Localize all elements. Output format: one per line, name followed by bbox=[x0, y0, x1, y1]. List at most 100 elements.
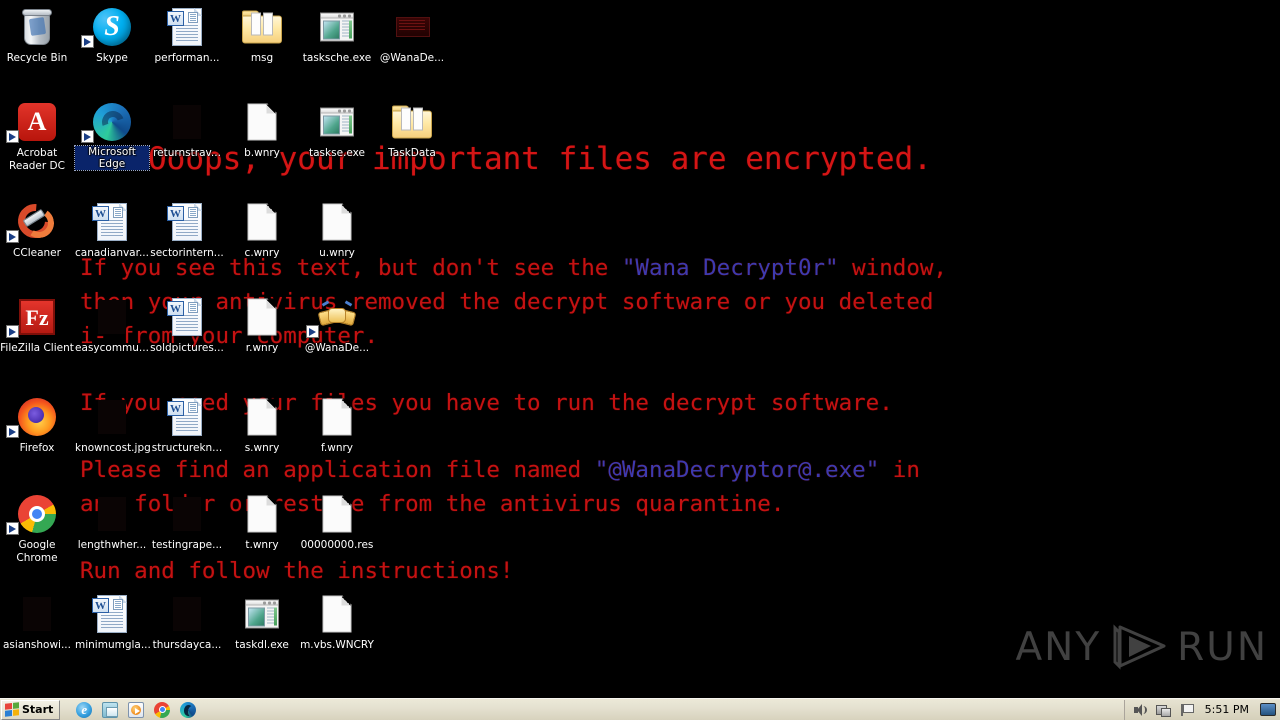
desktop-icon[interactable]: taskdl.exe bbox=[225, 592, 299, 651]
desktop-icon-label: c.wnry bbox=[244, 247, 280, 259]
desktop-icon[interactable]: lengthwher... bbox=[75, 492, 149, 551]
desktop-icon[interactable]: CCleaner bbox=[0, 197, 74, 259]
media-player-icon[interactable] bbox=[128, 701, 145, 718]
application-icon bbox=[320, 107, 354, 137]
edge-icon[interactable] bbox=[180, 701, 197, 718]
tray-clock[interactable]: 5:51 PM bbox=[1202, 703, 1252, 716]
chrome-icon bbox=[0, 492, 74, 536]
windows-explorer-icon[interactable] bbox=[102, 701, 119, 718]
desktop-icon[interactable]: Wperforman... bbox=[150, 5, 224, 64]
dark-icon bbox=[173, 105, 201, 139]
volume-icon[interactable] bbox=[1133, 703, 1148, 717]
desktop-icon[interactable]: 00000000.res bbox=[300, 492, 374, 551]
desktop-icon[interactable]: A Acrobat Reader DC bbox=[0, 100, 74, 172]
desktop-icon[interactable]: testingrape... bbox=[150, 492, 224, 551]
desktop-icon[interactable]: knowncost.jpg bbox=[75, 395, 151, 454]
desktop-icon-label: Google Chrome bbox=[16, 539, 58, 564]
blank-file-icon bbox=[247, 495, 277, 533]
internet-explorer-icon[interactable]: e bbox=[76, 701, 93, 718]
desktop-icon-label: Skype bbox=[96, 52, 128, 64]
word-document-icon: W bbox=[150, 295, 224, 339]
desktop-icon[interactable]: msg bbox=[225, 5, 299, 64]
shortcut-arrow-icon bbox=[81, 35, 94, 48]
word-document-icon: W bbox=[167, 8, 202, 46]
flag-icon[interactable] bbox=[1179, 703, 1194, 717]
dark-icon bbox=[173, 497, 201, 531]
desktop-icon-label: s.wnry bbox=[244, 442, 280, 454]
desktop-icon-label: minimumgla... bbox=[75, 639, 151, 651]
desktop-icon[interactable]: thursdayca... bbox=[150, 592, 224, 651]
desktop-icon-label: taskdl.exe bbox=[235, 639, 289, 651]
wana-dark-icon bbox=[375, 5, 449, 49]
desktop-icon[interactable]: b.wnry bbox=[225, 100, 299, 159]
dark-icon bbox=[0, 592, 74, 636]
word-document-icon: W bbox=[75, 592, 149, 636]
desktop-icon[interactable]: u.wnry bbox=[300, 200, 374, 259]
taskbar: Start e 5:51 PM bbox=[0, 698, 1280, 720]
dark-icon bbox=[98, 400, 126, 434]
desktop-icon[interactable]: Recycle Bin bbox=[0, 5, 74, 64]
desktop-icon[interactable]: tasksche.exe bbox=[300, 5, 374, 64]
shortcut-arrow-icon bbox=[81, 130, 94, 143]
desktop-icon[interactable]: Wsectorintern... bbox=[150, 200, 224, 259]
desktop-icon-label: thursdayca... bbox=[152, 639, 222, 651]
desktop-icon[interactable]: asianshowi... bbox=[0, 592, 74, 651]
start-button-label: Start bbox=[22, 703, 54, 716]
network-icon[interactable] bbox=[1155, 703, 1171, 717]
blank-file-icon bbox=[225, 295, 299, 339]
desktop-icon-label: msg bbox=[250, 52, 274, 64]
word-document-icon: W bbox=[150, 200, 224, 244]
desktop-icon[interactable]: c.wnry bbox=[225, 200, 299, 259]
firefox-icon bbox=[18, 398, 56, 436]
desktop-icon[interactable]: t.wnry bbox=[225, 492, 299, 551]
blank-file-icon bbox=[300, 492, 374, 536]
chrome-icon[interactable] bbox=[154, 701, 171, 718]
edge-icon bbox=[93, 103, 131, 141]
start-button[interactable]: Start bbox=[1, 699, 61, 720]
desktop-icon-label: structurekn... bbox=[151, 442, 223, 454]
desktop-icon-label: 00000000.res bbox=[300, 539, 374, 551]
shortcut-arrow-icon bbox=[6, 522, 19, 535]
blank-file-icon bbox=[322, 495, 352, 533]
desktop-icon-label: Microsoft Edge bbox=[74, 145, 150, 171]
desktop-icon[interactable]: returnstrav... bbox=[150, 100, 224, 159]
blank-file-icon bbox=[322, 203, 352, 241]
desktop-icon-label: returnstrav... bbox=[153, 147, 221, 159]
desktop-icon[interactable]: TaskData bbox=[375, 100, 449, 159]
dark-icon bbox=[150, 592, 224, 636]
desktop-icon[interactable]: @WanaDe... bbox=[375, 5, 449, 64]
desktop-screen: Ooops, your important files are encrypte… bbox=[0, 0, 1280, 720]
desktop-icon[interactable]: r.wnry bbox=[225, 295, 299, 354]
desktop-icon[interactable]: Google Chrome bbox=[0, 492, 74, 564]
desktop-icon-label: FileZilla Client bbox=[0, 342, 74, 354]
desktop-icon-label: Recycle Bin bbox=[6, 52, 68, 64]
desktop-icon[interactable]: Microsoft Edge bbox=[74, 100, 150, 171]
blank-file-icon bbox=[225, 395, 299, 439]
desktop-icon[interactable]: Fz FileZilla Client bbox=[0, 295, 74, 354]
blank-file-icon bbox=[300, 200, 374, 244]
application-icon bbox=[225, 592, 299, 636]
ccleaner-icon bbox=[11, 197, 59, 245]
shortcut-arrow-icon bbox=[6, 130, 19, 143]
desktop-icon[interactable]: m.vbs.WNCRY bbox=[300, 592, 374, 651]
desktop-icon[interactable]: easycommu... bbox=[75, 295, 149, 354]
desktop-icon-label: t.wnry bbox=[245, 539, 279, 551]
blank-file-icon bbox=[225, 100, 299, 144]
desktop-icon[interactable]: s.wnry bbox=[225, 395, 299, 454]
acrobat-icon: A bbox=[18, 103, 56, 141]
desktop-icon[interactable]: @WanaDe... bbox=[300, 295, 374, 354]
blank-file-icon bbox=[247, 298, 277, 336]
desktop-icon[interactable]: taskse.exe bbox=[300, 100, 374, 159]
desktop-icon[interactable]: Wstructurekn... bbox=[150, 395, 224, 454]
desktop-icon[interactable]: f.wnry bbox=[300, 395, 374, 454]
shortcut-arrow-icon bbox=[6, 325, 19, 338]
acrobat-icon: A bbox=[0, 100, 74, 144]
blank-file-icon bbox=[225, 200, 299, 244]
desktop-icon[interactable]: Wcanadianvar... bbox=[75, 200, 149, 259]
desktop-icon[interactable]: Wsoldpictures... bbox=[150, 295, 224, 354]
desktop-icon[interactable]: Wminimumgla... bbox=[75, 592, 151, 651]
desktop-icon[interactable]: S Skype bbox=[75, 5, 149, 64]
desktop-icon-label: canadianvar... bbox=[75, 247, 149, 259]
show-desktop-icon[interactable] bbox=[1260, 703, 1276, 716]
desktop-icon[interactable]: Firefox bbox=[0, 395, 74, 454]
